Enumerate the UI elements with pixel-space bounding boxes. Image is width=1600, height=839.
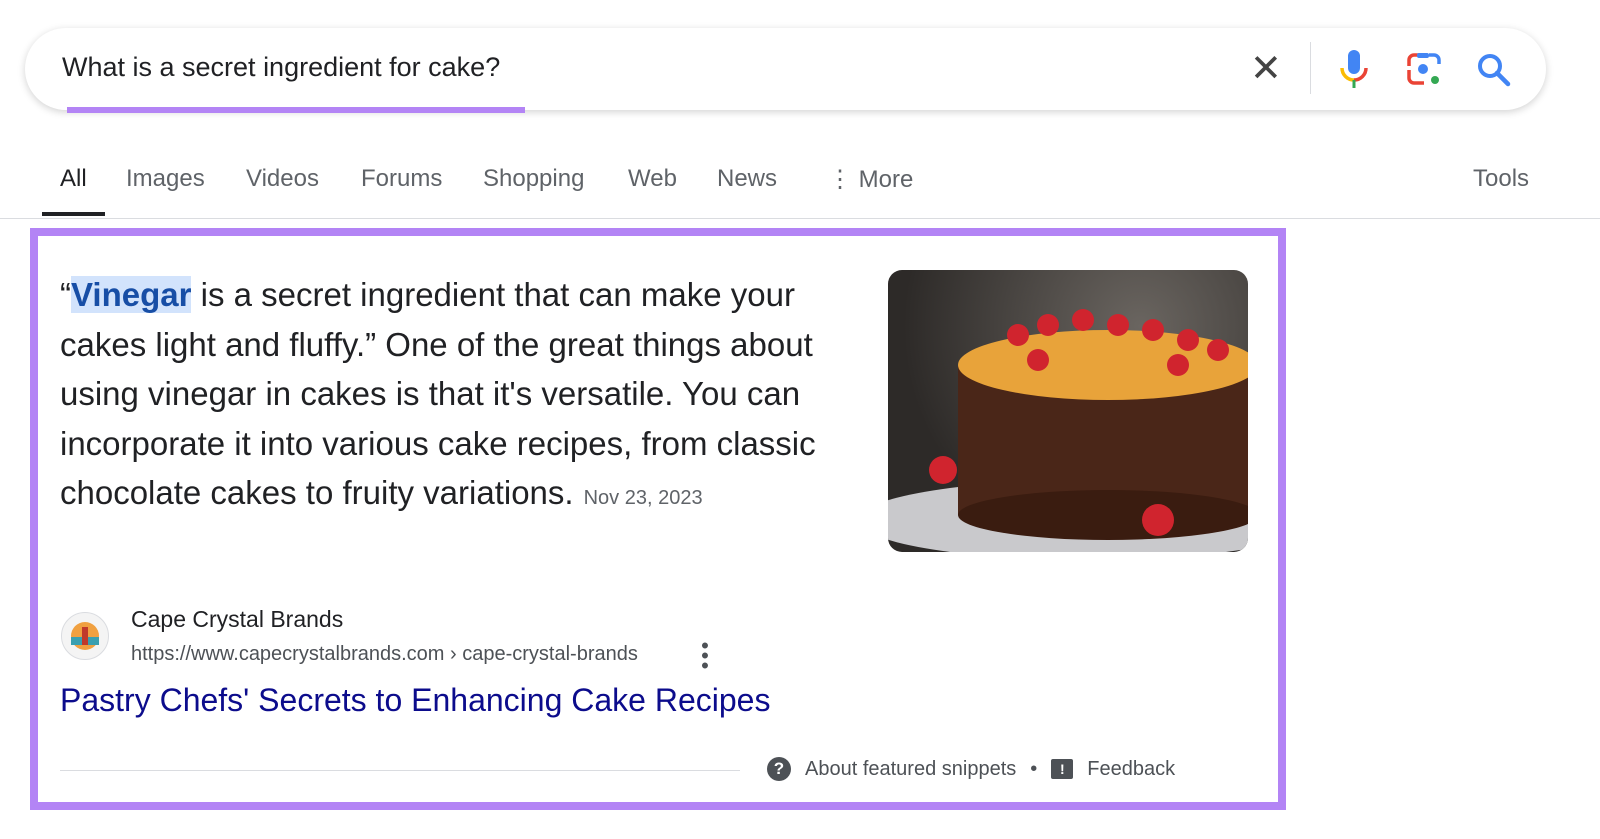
tab-news[interactable]: News — [717, 165, 777, 193]
cake-image — [888, 309, 1248, 552]
divider — [60, 770, 740, 771]
feedback-link[interactable]: Feedback — [1087, 758, 1175, 781]
snippet-footer: ? About featured snippets • ! Feedback — [767, 757, 1175, 781]
help-icon[interactable]: ? — [767, 757, 791, 781]
tab-web[interactable]: Web — [628, 165, 677, 193]
search-input[interactable]: What is a secret ingredient for cake? — [62, 52, 500, 83]
tab-videos[interactable]: Videos — [246, 165, 319, 193]
separator: • — [1030, 757, 1038, 780]
more-vert-icon: ⋮ — [828, 166, 852, 193]
tools-button[interactable]: Tools — [1473, 165, 1529, 193]
active-tab-indicator — [42, 212, 105, 216]
close-icon[interactable]: ✕ — [1250, 50, 1282, 88]
tab-all[interactable]: All — [60, 165, 87, 193]
snippet-text: “Vinegar is a secret ingredient that can… — [60, 270, 850, 524]
site-favicon[interactable] — [61, 612, 109, 660]
source-name[interactable]: Cape Crystal Brands — [131, 606, 343, 633]
source-url[interactable]: https://www.capecrystalbrands.com › cape… — [131, 643, 638, 666]
divider — [1310, 42, 1311, 94]
snippet-date: Nov 23, 2023 — [583, 487, 703, 509]
tab-images[interactable]: Images — [126, 165, 205, 193]
more-options-icon[interactable]: • • • — [698, 635, 712, 677]
feedback-icon[interactable]: ! — [1051, 759, 1074, 779]
tab-more[interactable]: ⋮ More — [828, 165, 913, 194]
snippet-highlight: Vinegar — [71, 276, 192, 313]
snippet-image[interactable] — [888, 270, 1248, 552]
result-title-link[interactable]: Pastry Chefs' Secrets to Enhancing Cake … — [60, 682, 770, 719]
google-lens-icon[interactable] — [1406, 52, 1442, 86]
query-highlight-underline — [67, 107, 525, 113]
divider — [0, 218, 1600, 219]
tab-shopping[interactable]: Shopping — [483, 165, 584, 193]
search-icon[interactable] — [1476, 52, 1512, 88]
about-featured-snippets-link[interactable]: About featured snippets — [805, 758, 1016, 781]
tab-forums[interactable]: Forums — [361, 165, 442, 193]
microphone-icon[interactable] — [1338, 48, 1370, 90]
open-quote: “ — [60, 276, 71, 313]
tab-more-label: More — [858, 166, 914, 193]
